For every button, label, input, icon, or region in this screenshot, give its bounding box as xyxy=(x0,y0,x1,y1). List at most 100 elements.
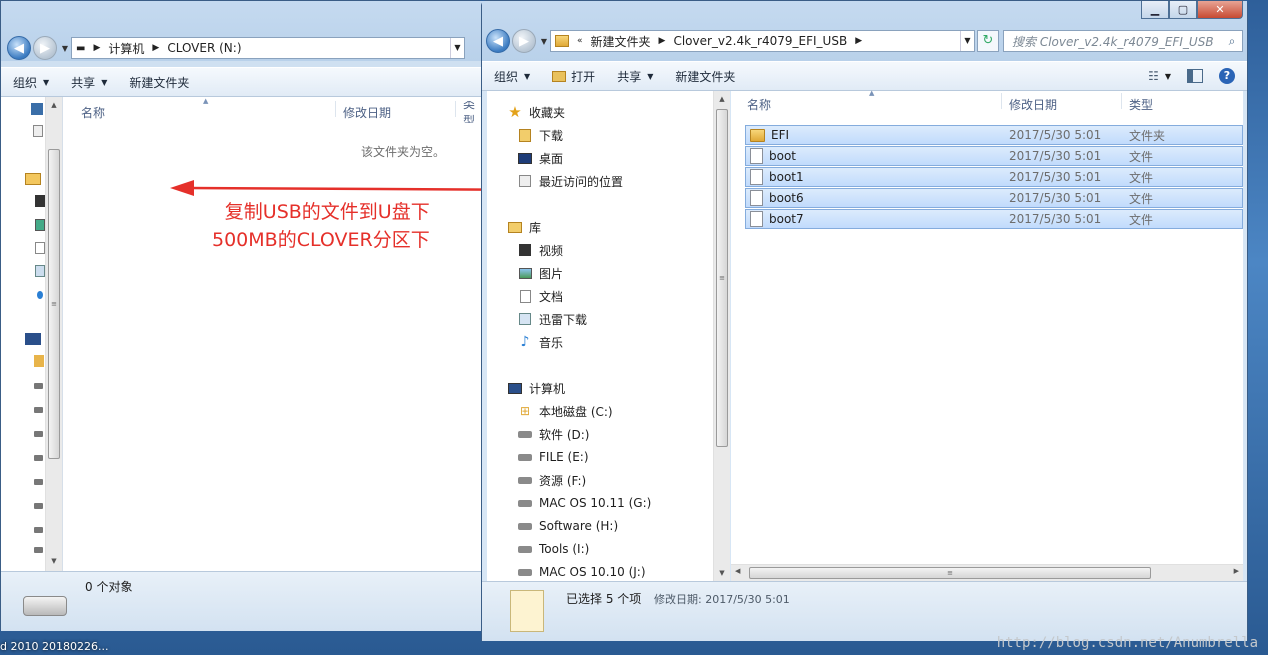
column-header-date[interactable]: 修改日期 xyxy=(1009,93,1057,115)
nav-pictures[interactable]: 图片 xyxy=(517,262,563,284)
minimize-button[interactable]: ▁ xyxy=(1141,1,1169,19)
breadcrumb-separator-icon[interactable]: ▶ xyxy=(659,36,666,46)
search-input[interactable]: 搜索 Clover_v2.4k_r4079_EFI_USB ⌕ xyxy=(1003,30,1243,52)
video-icon xyxy=(517,242,533,258)
open-button[interactable]: 打开 xyxy=(552,68,595,85)
file-row[interactable]: boot7 2017/5/30 5:01 文件 xyxy=(745,209,1243,229)
windows-drive-icon: ⊞ xyxy=(519,404,531,418)
sort-up-icon: ▲ xyxy=(869,89,875,97)
nav-recent-places[interactable]: 最近访问的位置 xyxy=(517,170,623,192)
drive-icon xyxy=(517,564,533,580)
explorer-window-clover-efi: ▁ ▢ ✕ ◀ ▶ ▼ « 新建文件夹 ▶ Clover_v2.4k_r4079… xyxy=(481,0,1248,641)
nav-drive-e[interactable]: FILE (E:) xyxy=(517,446,589,468)
file-name: boot xyxy=(769,149,797,163)
details-pane: 已选择 5 个项 修改日期: 2017/5/30 5:01 xyxy=(482,581,1247,641)
download-folder-icon xyxy=(517,127,533,143)
file-icon xyxy=(750,169,763,185)
library-folder-icon xyxy=(507,219,523,235)
file-date: 2017/5/30 5:01 xyxy=(1009,170,1102,184)
drive-icon xyxy=(517,518,533,534)
file-date: 2017/5/30 5:01 xyxy=(1009,149,1102,163)
recent-places-icon xyxy=(517,173,533,189)
file-row[interactable]: boot1 2017/5/30 5:01 文件 xyxy=(745,167,1243,187)
organize-menu[interactable]: 组织 ▼ xyxy=(494,68,530,85)
address-bar[interactable]: « 新建文件夹 ▶ Clover_v2.4k_r4079_EFI_USB ▶ ▼ xyxy=(550,30,975,52)
column-divider[interactable] xyxy=(1001,93,1002,109)
nav-drive-d[interactable]: 软件 (D:) xyxy=(517,423,589,445)
search-icon[interactable]: ⌕ xyxy=(1222,34,1242,49)
share-menu[interactable]: 共享 ▼ xyxy=(617,68,653,85)
recent-pages-dropdown[interactable]: ▼ xyxy=(538,37,550,46)
horizontal-scrollbar[interactable]: ◀ ≡ ▶ xyxy=(731,564,1243,581)
nav-thunder-downloads[interactable]: 迅雷下载 xyxy=(517,308,587,330)
document-icon xyxy=(517,288,533,304)
file-icon xyxy=(750,190,763,206)
navigation-row: ◀ ▶ ▼ « 新建文件夹 ▶ Clover_v2.4k_r4079_EFI_U… xyxy=(486,28,1243,54)
file-row[interactable]: EFI 2017/5/30 5:01 文件夹 xyxy=(745,125,1243,145)
file-date: 2017/5/30 5:01 xyxy=(1009,212,1102,226)
column-header-type[interactable]: 类型 xyxy=(1129,93,1153,115)
file-type: 文件 xyxy=(1129,149,1154,164)
preview-pane-icon[interactable] xyxy=(1187,69,1203,83)
nav-drive-c[interactable]: ⊞ 本地磁盘 (C:) xyxy=(517,400,613,422)
view-options-icon[interactable]: ☷ xyxy=(1148,69,1159,83)
star-icon: ★ xyxy=(508,103,522,121)
file-row[interactable]: boot6 2017/5/30 5:01 文件 xyxy=(745,188,1243,208)
scroll-thumb[interactable]: ≡ xyxy=(716,109,728,447)
navigation-pane: ★ 收藏夹 下载 桌面 最近访问的位置 库 视频 图片 文档 迅雷下载 ♪ 音乐 计… xyxy=(487,91,730,581)
drive-icon xyxy=(517,472,533,488)
chevron-down-icon: ▼ xyxy=(524,71,531,81)
file-type: 文件 xyxy=(1129,170,1154,185)
file-date: 2017/5/30 5:01 xyxy=(1009,191,1102,205)
picture-icon xyxy=(517,265,533,281)
nav-computer[interactable]: 计算机 xyxy=(507,377,565,399)
watermark: http://blog.csdn.net/Anumbrella xyxy=(996,635,1258,651)
drive-icon xyxy=(517,541,533,557)
scroll-thumb[interactable]: ≡ xyxy=(749,567,1151,579)
nav-videos[interactable]: 视频 xyxy=(517,239,563,261)
breadcrumb-new-folder[interactable]: 新建文件夹 xyxy=(591,33,651,50)
close-button[interactable]: ✕ xyxy=(1197,1,1243,19)
selection-count: 已选择 5 个项 xyxy=(566,592,642,606)
scroll-right-icon[interactable]: ▶ xyxy=(1234,567,1239,575)
file-name: boot6 xyxy=(769,191,804,205)
open-folder-icon xyxy=(552,70,567,82)
breadcrumb-overflow[interactable]: « xyxy=(577,36,583,46)
annotation-line-1: 复制USB的文件到U盘下 xyxy=(224,201,430,223)
file-list-pane[interactable]: 名称 ▲ 修改日期 类型 EFI 2017/5/30 5:01 文件夹 boot… xyxy=(731,89,1243,581)
desktop-icon xyxy=(517,150,533,166)
forward-button[interactable]: ▶ xyxy=(512,29,536,53)
breadcrumb-clover-usb[interactable]: Clover_v2.4k_r4079_EFI_USB xyxy=(673,34,847,48)
nav-drive-g[interactable]: MAC OS 10.11 (G:) xyxy=(517,492,651,514)
nav-documents[interactable]: 文档 xyxy=(517,285,563,307)
file-icon xyxy=(750,148,763,164)
refresh-button[interactable]: ↻ xyxy=(977,30,999,52)
nav-desktop[interactable]: 桌面 xyxy=(517,147,563,169)
nav-music[interactable]: ♪ 音乐 xyxy=(517,331,563,353)
maximize-button[interactable]: ▢ xyxy=(1169,1,1197,19)
nav-downloads[interactable]: 下载 xyxy=(517,124,563,146)
nav-libraries[interactable]: 库 xyxy=(507,216,541,238)
caption-buttons: ▁ ▢ ✕ xyxy=(1141,1,1243,19)
chevron-down-icon: ▼ xyxy=(647,71,654,81)
scroll-left-icon[interactable]: ◀ xyxy=(735,567,740,575)
nav-favorites[interactable]: ★ 收藏夹 xyxy=(507,101,565,123)
breadcrumb-separator-icon[interactable]: ▶ xyxy=(855,36,862,46)
help-icon[interactable]: ? xyxy=(1219,68,1235,84)
chevron-down-icon[interactable]: ▼ xyxy=(1165,72,1171,81)
nav-drive-j[interactable]: MAC OS 10.10 (J:) xyxy=(517,561,646,583)
address-dropdown-icon[interactable]: ▼ xyxy=(960,31,974,51)
annotation-text: 复制USB的文件到U盘下 500MB的CLOVER分区下 xyxy=(212,198,430,254)
nav-drive-f[interactable]: 资源 (F:) xyxy=(517,469,586,491)
nav-drive-h[interactable]: Software (H:) xyxy=(517,515,618,537)
window-chrome: ▁ ▢ ✕ ◀ ▶ ▼ « 新建文件夹 ▶ Clover_v2.4k_r4079… xyxy=(482,1,1247,61)
nav-pane-scrollbar[interactable]: ▲ ≡ ▼ xyxy=(713,91,730,581)
new-folder-button[interactable]: 新建文件夹 xyxy=(675,68,735,85)
scroll-down-icon[interactable]: ▼ xyxy=(714,565,730,581)
nav-drive-i[interactable]: Tools (I:) xyxy=(517,538,589,560)
back-button[interactable]: ◀ xyxy=(486,29,510,53)
file-row[interactable]: boot 2017/5/30 5:01 文件 xyxy=(745,146,1243,166)
column-divider[interactable] xyxy=(1121,93,1122,109)
column-header-name[interactable]: 名称 xyxy=(747,93,771,115)
scroll-up-icon[interactable]: ▲ xyxy=(714,91,730,107)
